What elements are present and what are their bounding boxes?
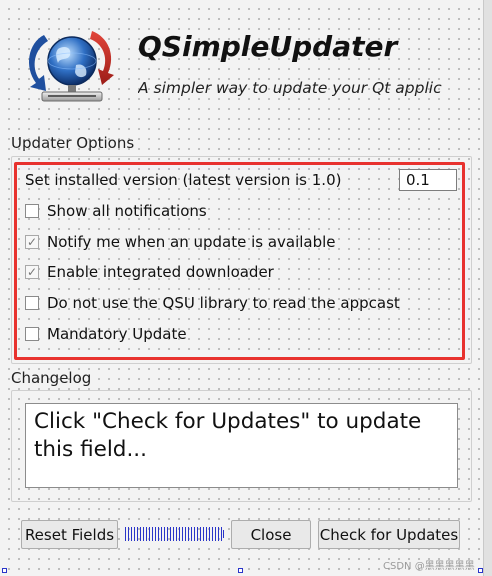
app-title: QSimpleUpdater — [138, 30, 398, 63]
watermark-text: CSDN @黑黑黑黑黑 — [383, 561, 475, 572]
resize-handle[interactable] — [478, 568, 483, 573]
close-button[interactable]: Close — [231, 520, 311, 549]
changelog-text-area[interactable]: Click "Check for Updates" to update this… — [25, 403, 458, 488]
resize-handle[interactable] — [238, 568, 243, 573]
horizontal-spacer — [125, 527, 224, 541]
highlight-annotation-box — [14, 162, 465, 360]
reset-fields-button[interactable]: Reset Fields — [21, 520, 118, 549]
globe-update-icon — [29, 31, 114, 102]
resize-handle[interactable] — [2, 568, 7, 573]
app-logo — [22, 27, 126, 105]
check-for-updates-button[interactable]: Check for Updates — [318, 520, 460, 549]
window-right-edge — [483, 0, 492, 576]
app-subtitle: A simpler way to update your Qt applicat… — [138, 79, 442, 97]
updater-options-label: Updater Options — [11, 134, 135, 152]
changelog-label: Changelog — [11, 369, 92, 387]
